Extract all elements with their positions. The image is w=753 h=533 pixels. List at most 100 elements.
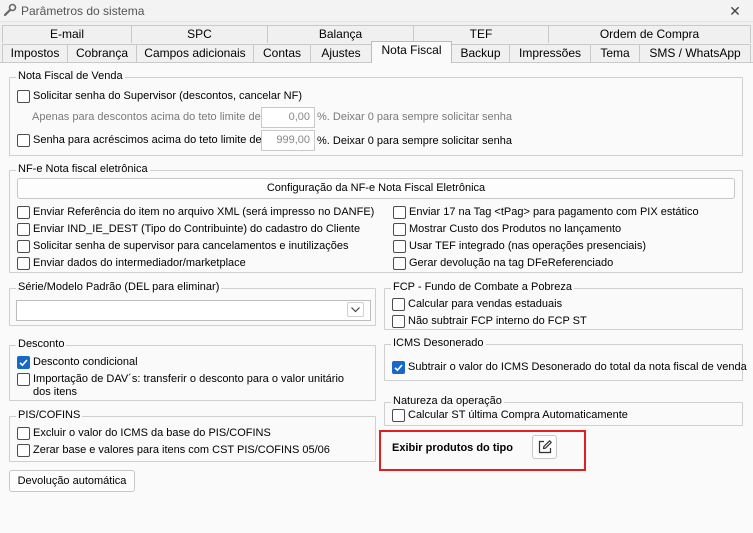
checkmark-icon <box>394 364 403 372</box>
chevron-down-icon[interactable] <box>347 302 364 317</box>
window-title: Parâmetros do sistema <box>21 4 145 18</box>
checkbox-label: Mostrar Custo dos Produtos no lançamento <box>409 223 622 235</box>
checkbox-desconto-condicional[interactable]: Desconto condicional <box>17 356 138 369</box>
close-icon[interactable]: ✕ <box>717 0 753 22</box>
checkbox-box[interactable] <box>17 223 30 236</box>
checkbox-label: Enviar dados do intermediador/marketplac… <box>33 257 246 269</box>
checkbox-label: Importação de DAV´s: transferir o descon… <box>33 373 345 398</box>
checkbox-senha-supervisor[interactable]: Solicitar senha do Supervisor (descontos… <box>17 90 302 103</box>
group-nfe-legend: NF-e Nota fiscal eletrônica <box>16 163 150 175</box>
checkbox-label: Enviar IND_IE_DEST (Tipo do Contribuinte… <box>33 223 361 235</box>
checkbox-label: Desconto condicional <box>33 356 138 368</box>
devolucao-automatica-button[interactable]: Devolução automática <box>9 470 135 492</box>
checkbox-nfe-left-3[interactable]: Enviar dados do intermediador/marketplac… <box>17 257 246 270</box>
checkbox-box[interactable] <box>393 257 406 270</box>
tab-nota-fiscal[interactable]: Nota Fiscal <box>371 41 452 63</box>
group-natureza-legend: Natureza da operação <box>391 395 504 407</box>
checkbox-box[interactable] <box>17 90 30 103</box>
checkbox-box[interactable] <box>17 240 30 253</box>
group-nf-venda: Nota Fiscal de Venda Solicitar senha do … <box>9 70 743 156</box>
checkbox-acrescimos[interactable]: Senha para acréscimos acima do teto limi… <box>17 134 265 147</box>
config-nfe-button[interactable]: Configuração da NF-e Nota Fiscal Eletrôn… <box>17 178 735 199</box>
checkbox-label: Enviar 17 na Tag <tPag> para pagamento c… <box>409 206 699 218</box>
group-fcp-legend: FCP - Fundo de Combate a Pobreza <box>391 281 574 293</box>
group-piscofins-legend: PIS/COFINS <box>16 409 83 421</box>
tab-spc[interactable]: SPC <box>131 25 268 43</box>
checkbox-label: Solicitar senha de supervisor para cance… <box>33 240 349 252</box>
checkbox-nfe-left-0[interactable]: Enviar Referência do item no arquivo XML… <box>17 206 374 219</box>
tab-impostos[interactable]: Impostos <box>2 44 68 62</box>
checkbox-box[interactable] <box>392 315 405 328</box>
checkbox-importacao-dav[interactable]: Importação de DAV´s: transferir o descon… <box>17 373 362 399</box>
checkbox-fcp-estaduais[interactable]: Calcular para vendas estaduais <box>392 298 562 311</box>
checkbox-label: Usar TEF integrado (nas operações presen… <box>409 240 647 252</box>
checkbox-box[interactable] <box>393 223 406 236</box>
nota-fiscal-panel: Nota Fiscal de Venda Solicitar senha do … <box>0 62 753 533</box>
title-bar: Parâmetros do sistema ✕ <box>0 0 753 22</box>
checkbox-nfe-right-0[interactable]: Enviar 17 na Tag <tPag> para pagamento c… <box>393 206 699 219</box>
checkbox-label: Não subtrair FCP interno do FCP ST <box>408 315 587 327</box>
checkbox-calcular-st[interactable]: Calcular ST última Compra Automaticament… <box>392 409 628 422</box>
acrescimos-limit-suffix: %. Deixar 0 para sempre solicitar senha <box>317 135 513 147</box>
tab-backup[interactable]: Backup <box>451 44 510 62</box>
descontos-limit-input[interactable]: 0,00 <box>261 107 315 128</box>
group-serie: Série/Modelo Padrão (DEL para eliminar) <box>9 281 376 326</box>
tab-email[interactable]: E-mail <box>2 25 132 43</box>
checkbox-box[interactable] <box>17 427 30 440</box>
checkbox-nfe-right-1[interactable]: Mostrar Custo dos Produtos no lançamento <box>393 223 621 236</box>
checkbox-label: Excluir o valor do ICMS da base do PIS/C… <box>33 427 271 439</box>
group-desconto-legend: Desconto <box>16 338 67 350</box>
tab-row-bottom: Impostos Cobrança Campos adicionais Cont… <box>0 41 753 63</box>
tab-impressoes[interactable]: Impressões <box>509 44 591 62</box>
tab-contas[interactable]: Contas <box>253 44 311 62</box>
checkbox-fcp-nao-subtrair[interactable]: Não subtrair FCP interno do FCP ST <box>392 315 587 328</box>
checkbox-nfe-right-3[interactable]: Gerar devolução na tag DFeReferenciado <box>393 257 613 270</box>
checkbox-box[interactable] <box>393 240 406 253</box>
checkmark-icon <box>19 359 28 367</box>
group-fcp: FCP - Fundo de Combate a Pobreza Calcula… <box>384 281 743 330</box>
checkbox-box[interactable] <box>17 444 30 457</box>
tab-sms-whatsapp[interactable]: SMS / WhatsApp <box>639 44 751 62</box>
checkbox-label: Senha para acréscimos acima do teto limi… <box>33 134 265 146</box>
tab-ajustes[interactable]: Ajustes <box>310 44 372 62</box>
group-icms: ICMS Desonerado Subtrair o valor do ICMS… <box>384 337 747 381</box>
checkbox-nfe-left-1[interactable]: Enviar IND_IE_DEST (Tipo do Contribuinte… <box>17 223 360 236</box>
wrench-icon <box>3 3 17 17</box>
group-icms-legend: ICMS Desonerado <box>391 337 486 349</box>
checkbox-box[interactable] <box>392 298 405 311</box>
group-desconto: Desconto Desconto condicional Importação… <box>9 338 376 401</box>
tab-cobranca[interactable]: Cobrança <box>67 44 137 62</box>
tab-ordem-compra[interactable]: Ordem de Compra <box>548 25 751 43</box>
checkbox-label: Gerar devolução na tag DFeReferenciado <box>409 257 614 269</box>
checkbox-label: Calcular para vendas estaduais <box>408 298 563 310</box>
group-natureza: Natureza da operação Calcular ST última … <box>384 395 743 426</box>
checkbox-box[interactable] <box>393 206 406 219</box>
checkbox-box[interactable] <box>17 206 30 219</box>
serie-select[interactable] <box>16 300 371 321</box>
checkbox-nfe-right-2[interactable]: Usar TEF integrado (nas operações presen… <box>393 240 646 253</box>
tab-tema[interactable]: Tema <box>590 44 640 62</box>
group-serie-legend: Série/Modelo Padrão (DEL para eliminar) <box>16 281 222 293</box>
checkbox-box[interactable] <box>17 134 30 147</box>
checkbox-excluir-icms[interactable]: Excluir o valor do ICMS da base do PIS/C… <box>17 427 271 440</box>
checkbox-box[interactable] <box>17 356 30 369</box>
group-nfe: NF-e Nota fiscal eletrônica Configuração… <box>9 163 743 273</box>
checkbox-zerar-base[interactable]: Zerar base e valores para itens com CST … <box>17 444 330 457</box>
group-piscofins: PIS/COFINS Excluir o valor do ICMS da ba… <box>9 409 376 462</box>
acrescimos-limit-input[interactable]: 999,00 <box>261 130 315 151</box>
exibir-produtos-label: Exibir produtos do tipo <box>392 442 513 454</box>
checkbox-box[interactable] <box>17 257 30 270</box>
checkbox-box[interactable] <box>392 409 405 422</box>
tab-campos-adicionais[interactable]: Campos adicionais <box>136 44 254 62</box>
checkbox-box[interactable] <box>17 373 30 386</box>
checkbox-label: Solicitar senha do Supervisor (descontos… <box>33 90 303 102</box>
edit-icon[interactable] <box>532 435 557 459</box>
checkbox-label: Calcular ST última Compra Automaticament… <box>408 409 628 421</box>
checkbox-label: Subtrair o valor do ICMS Desonerado do t… <box>408 361 747 373</box>
descontos-limit-label: Apenas para descontos acima do teto limi… <box>32 111 264 123</box>
checkbox-icms-subtrair[interactable]: Subtrair o valor do ICMS Desonerado do t… <box>392 361 747 374</box>
checkbox-nfe-left-2[interactable]: Solicitar senha de supervisor para cance… <box>17 240 349 253</box>
checkbox-box[interactable] <box>392 361 405 374</box>
group-nf-venda-legend: Nota Fiscal de Venda <box>16 70 125 82</box>
checkbox-label: Enviar Referência do item no arquivo XML… <box>33 206 375 218</box>
